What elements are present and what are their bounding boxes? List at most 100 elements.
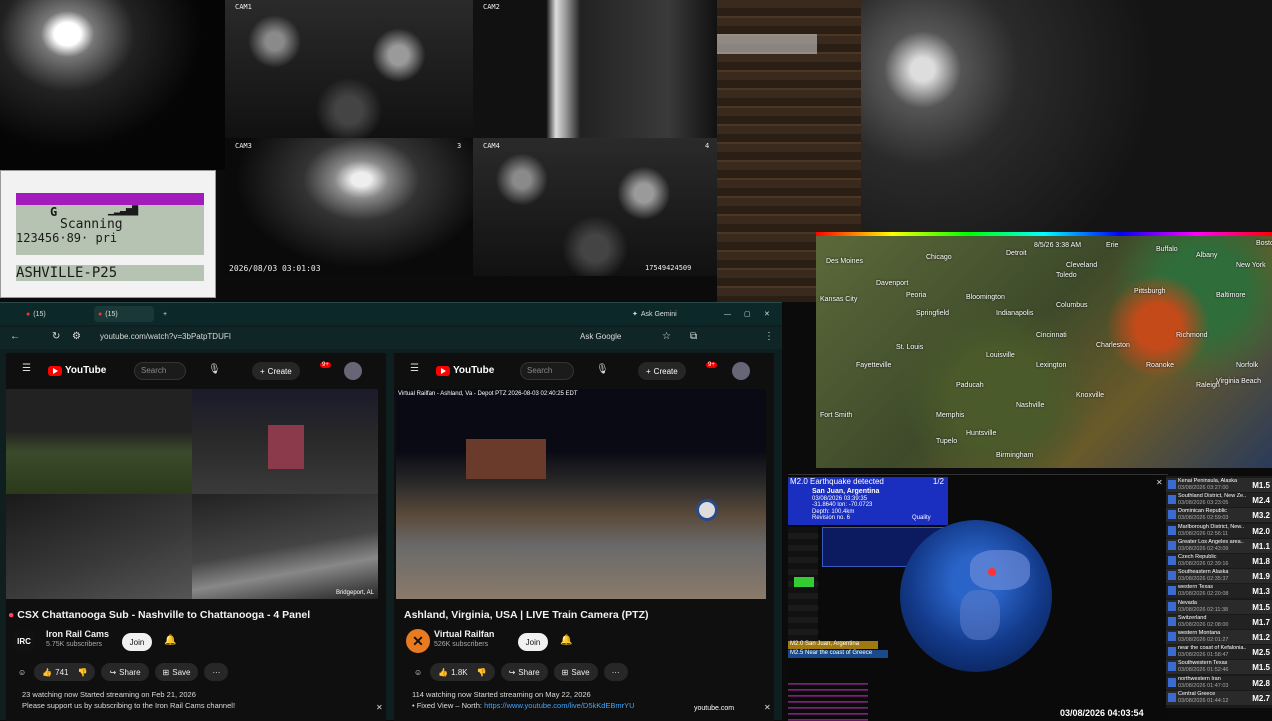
ask-google-button[interactable]: Ask Google xyxy=(580,332,621,341)
quake-place: Southwestern Texas xyxy=(1178,660,1228,667)
avatar[interactable] xyxy=(344,362,362,380)
tab-1[interactable]: ● (15) xyxy=(26,306,88,322)
maximize-button[interactable]: ▢ xyxy=(744,306,751,322)
close-icon[interactable]: ✕ xyxy=(1156,478,1163,487)
create-button[interactable]: + Create xyxy=(252,362,300,380)
youtube-logo[interactable]: YouTube xyxy=(48,365,106,376)
mic-icon[interactable]: 🎙 xyxy=(596,364,609,375)
quake-list-item[interactable]: western Texas 03/08/2026 02:20:08 M1.3 xyxy=(1166,584,1272,599)
close-icon[interactable]: ✕ xyxy=(376,703,383,712)
minimize-button[interactable]: — xyxy=(724,306,731,322)
footer-badge[interactable]: youtube.com xyxy=(694,705,734,712)
quake-list-item[interactable]: Switzerland 03/08/2026 02:08:00 M1.7 xyxy=(1166,614,1272,629)
forest-camera-feed xyxy=(861,0,1272,232)
quake-place: Central Greece xyxy=(1178,690,1216,697)
video-panel-3 xyxy=(6,494,192,599)
map-city-label: Knoxville xyxy=(1076,392,1105,399)
video-description: 114 watching now Started streaming on Ma… xyxy=(412,690,635,710)
quake-list-item[interactable]: Nevada 03/08/2026 02:11:38 M1.5 xyxy=(1166,599,1272,614)
search-input[interactable]: Search xyxy=(134,362,186,380)
youtube-header: ☰ YouTube Search 🎙 + Create 9+ xyxy=(394,353,774,387)
new-tab-button[interactable]: + xyxy=(163,306,167,322)
quake-time: 03/08/2026 02:43:09 xyxy=(1178,545,1229,552)
description-link[interactable]: https://www.youtube.com/live/D5kKdEBmrYU xyxy=(484,701,634,710)
station-clock xyxy=(696,499,718,521)
quake-magnitude: M2.8 xyxy=(1252,678,1270,688)
channel-name[interactable]: Virtual Railfan xyxy=(434,629,494,639)
quake-list-item[interactable]: Marlborough District, New.. 03/08/2026 02… xyxy=(1166,523,1272,538)
channel-avatar[interactable]: ✕ xyxy=(406,629,430,653)
close-window-button[interactable]: ✕ xyxy=(764,306,770,322)
menu-kebab-icon[interactable]: ⋮ xyxy=(764,331,774,342)
like-button[interactable]: 👍 1.8K 👎 xyxy=(430,663,495,681)
site-info-icon[interactable]: ⚙ xyxy=(72,331,81,342)
quake-place: Kenai Peninsula, Alaska xyxy=(1178,478,1238,484)
create-button[interactable]: + Create xyxy=(638,362,686,380)
quake-list-item[interactable]: northwestern Iran 03/08/2026 01:47:03 M2.8 xyxy=(1166,675,1272,690)
quake-list-item[interactable]: Southeastern Alaska 03/08/2026 02:35:37 M1… xyxy=(1166,569,1272,584)
search-input[interactable]: Search xyxy=(520,362,574,380)
ask-gemini-button[interactable]: ✦ Ask Gemini xyxy=(632,306,677,322)
quake-list-item[interactable]: Central Greece 03/08/2026 01:44:12 M2.7 xyxy=(1166,690,1272,705)
quake-magnitude-icon xyxy=(1168,510,1176,520)
close-icon[interactable]: ✕ xyxy=(764,703,771,712)
scanner-line3: 123456·89· pri xyxy=(16,231,118,245)
video-title: ● CSX Chattanooga Sub - Nashville to Cha… xyxy=(8,609,311,621)
quake-place: Nevada xyxy=(1178,599,1197,606)
channel-info: ✕ Virtual Railfan 526K subscribers xyxy=(404,629,604,653)
emoji-icon[interactable]: ☺ xyxy=(16,663,28,681)
bell-icon[interactable]: 🔔 xyxy=(560,635,572,646)
quake-list-item[interactable]: Southwestern Texas 03/08/2026 01:52:46 M1.… xyxy=(1166,660,1272,675)
quake-list-item[interactable]: Greater Los Angeles area.. 03/08/2026 02:… xyxy=(1166,538,1272,553)
quake-list-item[interactable]: Dominican Republic 03/08/2026 02:59:03 M3.… xyxy=(1166,508,1272,523)
quake-time: 03/08/2026 02:11:38 xyxy=(1178,606,1229,613)
hamburger-icon[interactable]: ☰ xyxy=(22,363,31,374)
youtube-logo[interactable]: YouTube xyxy=(436,365,494,376)
mic-icon[interactable]: 🎙 xyxy=(208,364,221,375)
earthquake-globe[interactable] xyxy=(900,520,1052,672)
more-button[interactable]: ··· xyxy=(204,663,229,681)
share-button[interactable]: ↪ Share xyxy=(500,663,548,681)
ashland-live-video[interactable]: Virtual Railfan - Ashland, Va - Depot PT… xyxy=(396,389,766,599)
quake-time: 03/08/2026 02:39:16 xyxy=(1178,561,1229,567)
quake-magnitude-icon xyxy=(1168,525,1176,535)
extensions-icon[interactable]: ⧉ xyxy=(690,331,697,342)
reload-icon[interactable]: ↻ xyxy=(52,331,60,342)
radio-scanner-display: G ▁▂▃▅▇ Scanning 123456·89· pri ASHVILLE… xyxy=(0,170,216,298)
map-city-label: Peoria xyxy=(906,292,927,299)
channel-name[interactable]: Iron Rail Cams xyxy=(46,629,109,639)
avatar[interactable] xyxy=(732,362,750,380)
notification-badge[interactable]: 9+ xyxy=(706,362,717,368)
notification-badge[interactable]: 9+ xyxy=(320,362,331,368)
emoji-icon[interactable]: ☺ xyxy=(412,663,424,681)
quake-magnitude: M1.2 xyxy=(1252,633,1270,642)
quake-marker xyxy=(988,568,996,576)
youtube-tab-icon: ● xyxy=(98,310,103,318)
bell-icon[interactable]: 🔔 xyxy=(164,635,176,646)
weather-radar-map[interactable]: 8/5/26 3:38 AM Des Moines Davenport Chicag… xyxy=(816,232,1272,468)
join-button[interactable]: Join xyxy=(122,633,152,651)
join-button[interactable]: Join xyxy=(518,633,548,651)
quake-list-item[interactable]: Kenai Peninsula, Alaska 03/08/2026 03:27:… xyxy=(1166,478,1272,492)
quake-list-item[interactable]: Czech Republic 03/08/2026 02:39:16 M1.8 xyxy=(1166,554,1272,568)
hamburger-icon[interactable]: ☰ xyxy=(410,363,419,374)
save-button[interactable]: ⊞ Save xyxy=(154,663,199,681)
like-button[interactable]: 👍 741 👎 xyxy=(34,663,96,681)
bookmark-star-icon[interactable]: ☆ xyxy=(662,331,671,342)
tab-2[interactable]: ● (15) xyxy=(94,306,154,322)
share-button[interactable]: ↪ Share xyxy=(101,663,149,681)
more-button[interactable]: ··· xyxy=(603,663,628,681)
url-field[interactable]: youtube.com/watch?v=3bPatpTDUFI xyxy=(100,332,231,341)
quake-list-item[interactable]: Southland District, New Ze.. 03/08/2026 0… xyxy=(1166,493,1272,508)
left-youtube-pane: ☰ YouTube Search 🎙 + Create 9+ Bridgepor… xyxy=(6,353,386,721)
quake-list-item[interactable]: near the coast of Kefalonia.. 03/08/2026 … xyxy=(1166,645,1272,660)
quake-list-item[interactable]: western Montana 03/08/2026 02:01:27 M1.2 xyxy=(1166,630,1272,644)
channel-avatar[interactable]: IRC xyxy=(12,629,36,653)
map-city-label: Memphis xyxy=(936,412,965,419)
thumb-up-icon: 👍 xyxy=(42,667,53,677)
cam3-number: 3 xyxy=(457,142,462,150)
back-icon[interactable]: ← xyxy=(10,331,20,342)
csx-4panel-video[interactable]: Bridgeport, AL xyxy=(6,389,378,599)
save-button[interactable]: ⊞ Save xyxy=(553,663,598,681)
tab-bar: ● (15) ● (15) + ✦ Ask Gemini — ▢ ✕ xyxy=(0,303,782,325)
